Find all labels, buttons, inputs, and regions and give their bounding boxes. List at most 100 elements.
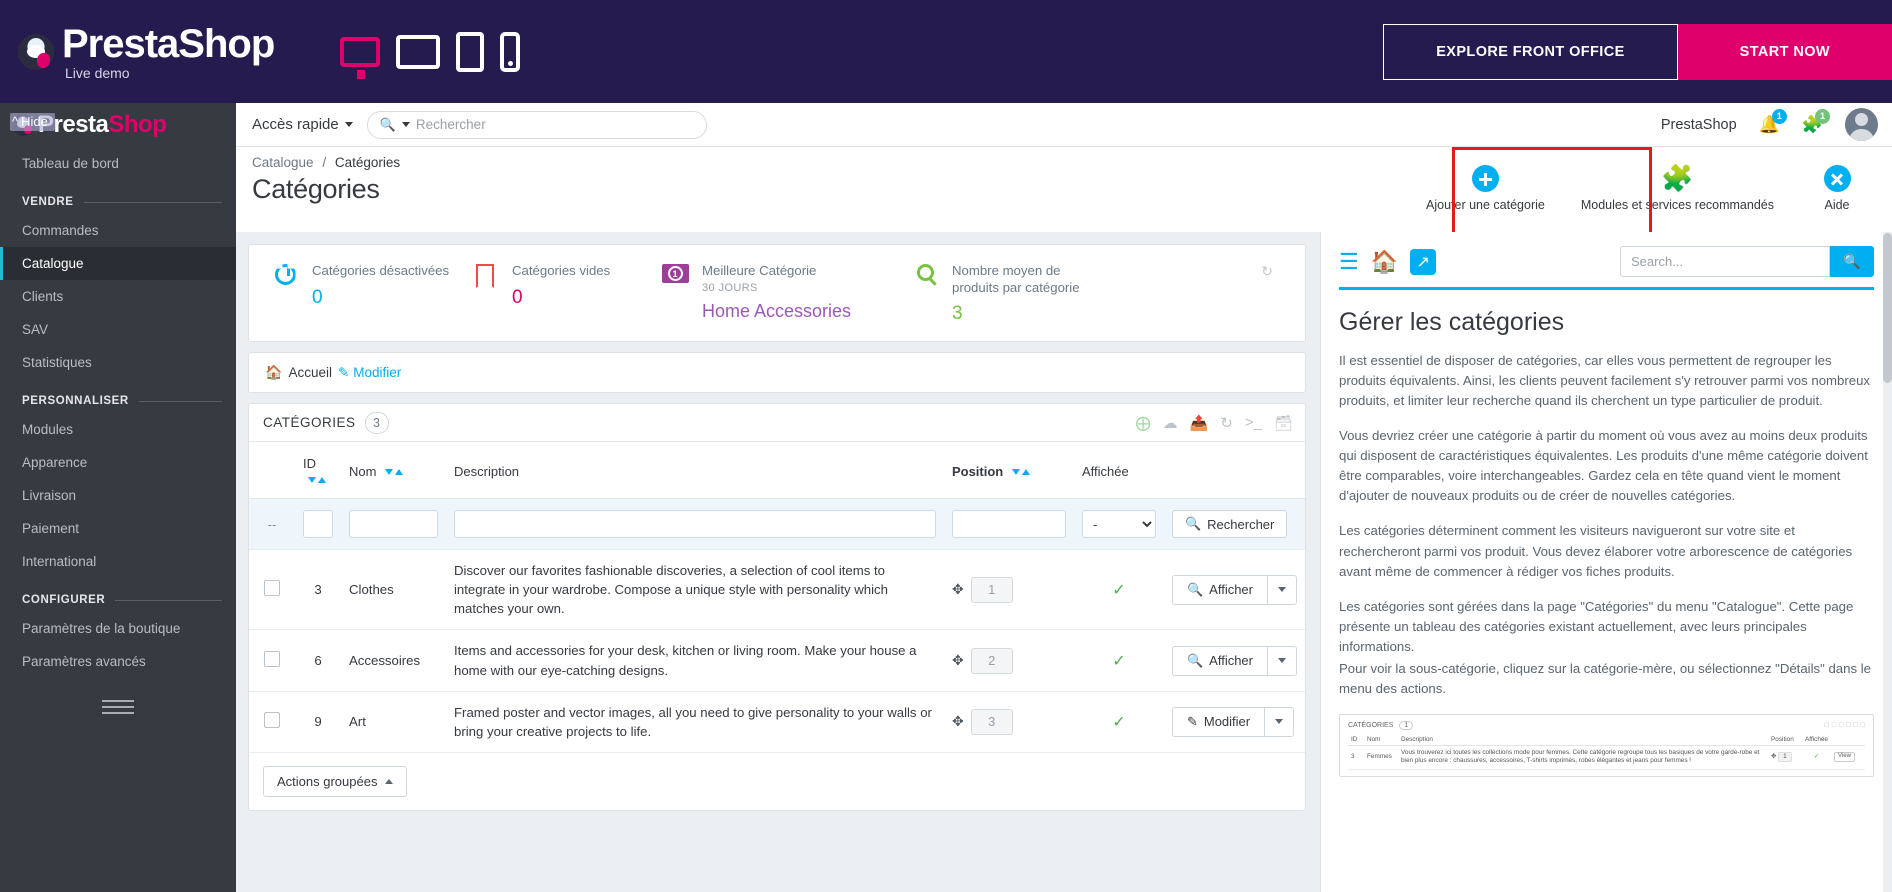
row-checkbox[interactable] — [264, 712, 280, 729]
edit-category-link[interactable]: ✎ Modifier — [338, 365, 401, 381]
sidebar-item-clients[interactable]: Clients — [0, 280, 236, 313]
sidebar-item-modules[interactable]: Modules — [0, 413, 236, 446]
drag-handle-icon[interactable]: ✥ — [952, 581, 964, 598]
sidebar-item-apparence[interactable]: Apparence — [0, 446, 236, 479]
refresh-icon[interactable]: ↻ — [1261, 263, 1273, 280]
device-preview-switcher[interactable] — [340, 31, 521, 79]
search-input[interactable] — [415, 117, 694, 132]
row-edit-button[interactable]: ✎ Modifier — [1171, 706, 1265, 737]
check-icon: ✓ — [1112, 713, 1126, 731]
row-displayed-cell[interactable]: ✓ — [1073, 629, 1164, 692]
close-circle-icon — [1823, 165, 1851, 192]
filter-name-input[interactable] — [349, 510, 438, 538]
plus-circle-icon — [1471, 165, 1499, 192]
help-search-button[interactable]: 🔍 — [1830, 246, 1874, 277]
filter-displayed-select[interactable]: - Oui Non — [1081, 510, 1156, 538]
drag-handle-icon[interactable]: ✥ — [952, 713, 964, 730]
filter-position-input[interactable] — [951, 510, 1066, 538]
row-actions-dropdown[interactable] — [1267, 574, 1297, 605]
kpi-disabled-categories[interactable]: Catégories désactivées 0 — [271, 263, 471, 325]
row-displayed-cell[interactable]: ✓ — [1073, 549, 1164, 631]
panel-title: CATÉGORIES — [263, 415, 356, 430]
row-actions-dropdown[interactable] — [1267, 645, 1297, 676]
sql-console-icon[interactable]: >_ — [1245, 414, 1262, 431]
tablet-icon[interactable] — [456, 31, 485, 72]
table-row[interactable]: 6 Accessoires Items and accessories for … — [249, 629, 1305, 692]
kpi-top-category[interactable]: 1 Meilleure Catégorie 30 JOURS Home Acce… — [661, 263, 911, 325]
row-actions-dropdown[interactable] — [1264, 706, 1295, 737]
sidebar-item-parametres-avances[interactable]: Paramètres avancés — [0, 645, 236, 678]
kpi-average-products[interactable]: Nombre moyen de produits par catégorie ↻… — [911, 263, 1291, 325]
drag-handle-icon[interactable]: ✥ — [952, 652, 964, 669]
collapse-menu-button[interactable] — [0, 700, 236, 714]
filter-id-input[interactable] — [303, 510, 333, 538]
cloud-export-icon[interactable]: ☁ — [1163, 414, 1178, 432]
chevron-up-icon: ^ — [12, 114, 19, 129]
sidebar-item-label: Tableau de bord — [22, 156, 119, 171]
row-view-button[interactable]: 🔍 Afficher — [1171, 574, 1267, 605]
global-search[interactable]: 🔍 — [366, 110, 707, 139]
sidebar-item-statistiques[interactable]: Statistiques — [0, 346, 236, 379]
import-icon[interactable]: 📤 — [1190, 414, 1209, 432]
sort-controls[interactable] — [1011, 469, 1030, 476]
table-row[interactable]: 9 Art Framed poster and vector images, a… — [249, 691, 1305, 753]
explore-front-office-button[interactable]: EXPLORE FRONT OFFICE — [1383, 23, 1678, 80]
sidebar-item-catalogue[interactable]: Catalogue — [0, 247, 236, 280]
col-position[interactable]: Position — [943, 442, 1074, 499]
search-filter-button[interactable]: 🔍 Rechercher — [1171, 510, 1288, 538]
add-icon[interactable]: ⨁ — [1136, 414, 1151, 432]
recommended-modules-button[interactable]: 🧩 Modules et services recommandés — [1563, 159, 1792, 218]
sidebar-item-sav[interactable]: SAV — [0, 313, 236, 346]
kpi-empty-categories[interactable]: Catégories vides 0 — [471, 263, 661, 325]
col-name[interactable]: Nom — [341, 442, 446, 499]
prestashop-logo[interactable]: PrestaShop Live demo — [18, 24, 275, 80]
row-checkbox[interactable] — [264, 580, 280, 597]
table-row[interactable]: 3 Clothes Discover our favorites fashion… — [249, 549, 1305, 631]
row-checkbox[interactable] — [264, 651, 280, 668]
quick-access-label: Accès rapide — [252, 116, 339, 133]
col-id[interactable]: ID — [295, 442, 341, 499]
filter-select-all: -- — [249, 498, 295, 550]
row-view-button[interactable]: 🔍 Afficher — [1171, 645, 1267, 676]
filter-description-input[interactable] — [454, 510, 936, 538]
sort-controls[interactable] — [308, 476, 326, 483]
sidebar-item-commandes[interactable]: Commandes — [0, 214, 236, 247]
screenshot-row-action-cell: View — [1831, 745, 1865, 770]
category-path-home[interactable]: Accueil — [288, 365, 332, 380]
sidebar-item-dashboard[interactable]: Tableau de bord — [0, 147, 236, 180]
breadcrumb-parent[interactable]: Catalogue — [252, 155, 314, 170]
scrollbar-thumb[interactable] — [1883, 233, 1892, 383]
notifications-button[interactable]: 🔔 1 — [1759, 108, 1787, 135]
mobile-icon[interactable] — [500, 31, 521, 72]
sidebar-item-parametres-boutique[interactable]: Paramètres de la boutique — [0, 612, 236, 645]
database-icon[interactable]: 🗃 — [1274, 414, 1293, 432]
avatar[interactable] — [1845, 108, 1878, 141]
screenshot-count: 1 — [1399, 720, 1414, 730]
row-displayed-cell[interactable]: ✓ — [1073, 691, 1164, 753]
external-link-icon[interactable]: ↗ — [1410, 248, 1437, 275]
list-icon[interactable]: ☰ — [1339, 250, 1359, 273]
col-name-label: Nom — [349, 463, 377, 479]
help-search-input[interactable] — [1620, 246, 1830, 277]
refresh-icon[interactable]: ↻ — [1220, 414, 1233, 432]
tablet-landscape-icon[interactable] — [396, 34, 441, 69]
sidebar-item-paiement[interactable]: Paiement — [0, 512, 236, 545]
shop-name-link[interactable]: PrestaShop — [1661, 117, 1737, 133]
sort-controls[interactable] — [385, 469, 404, 476]
add-category-button[interactable]: Ajouter une catégorie — [1408, 159, 1563, 218]
sidebar-section-configurer: CONFIGURER — [0, 578, 236, 612]
sidebar-item-international[interactable]: International — [0, 545, 236, 578]
home-icon[interactable]: 🏠 — [1371, 250, 1398, 273]
help-button[interactable]: Aide — [1792, 159, 1882, 218]
chevron-down-icon[interactable] — [401, 122, 410, 127]
row-select-cell — [249, 629, 295, 692]
sidebar-item-livraison[interactable]: Livraison — [0, 479, 236, 512]
quick-access-dropdown[interactable]: Accès rapide — [252, 116, 353, 133]
desktop-icon[interactable] — [340, 36, 381, 79]
bulk-actions-button[interactable]: Actions groupées — [263, 765, 408, 797]
start-now-button[interactable]: START NOW — [1677, 23, 1892, 80]
modules-button[interactable]: 🧩 1 — [1802, 108, 1830, 135]
hide-sidebar-button[interactable]: ^ Hide — [10, 113, 55, 131]
divider — [115, 599, 222, 601]
help-scrollbar[interactable] — [1883, 232, 1892, 892]
